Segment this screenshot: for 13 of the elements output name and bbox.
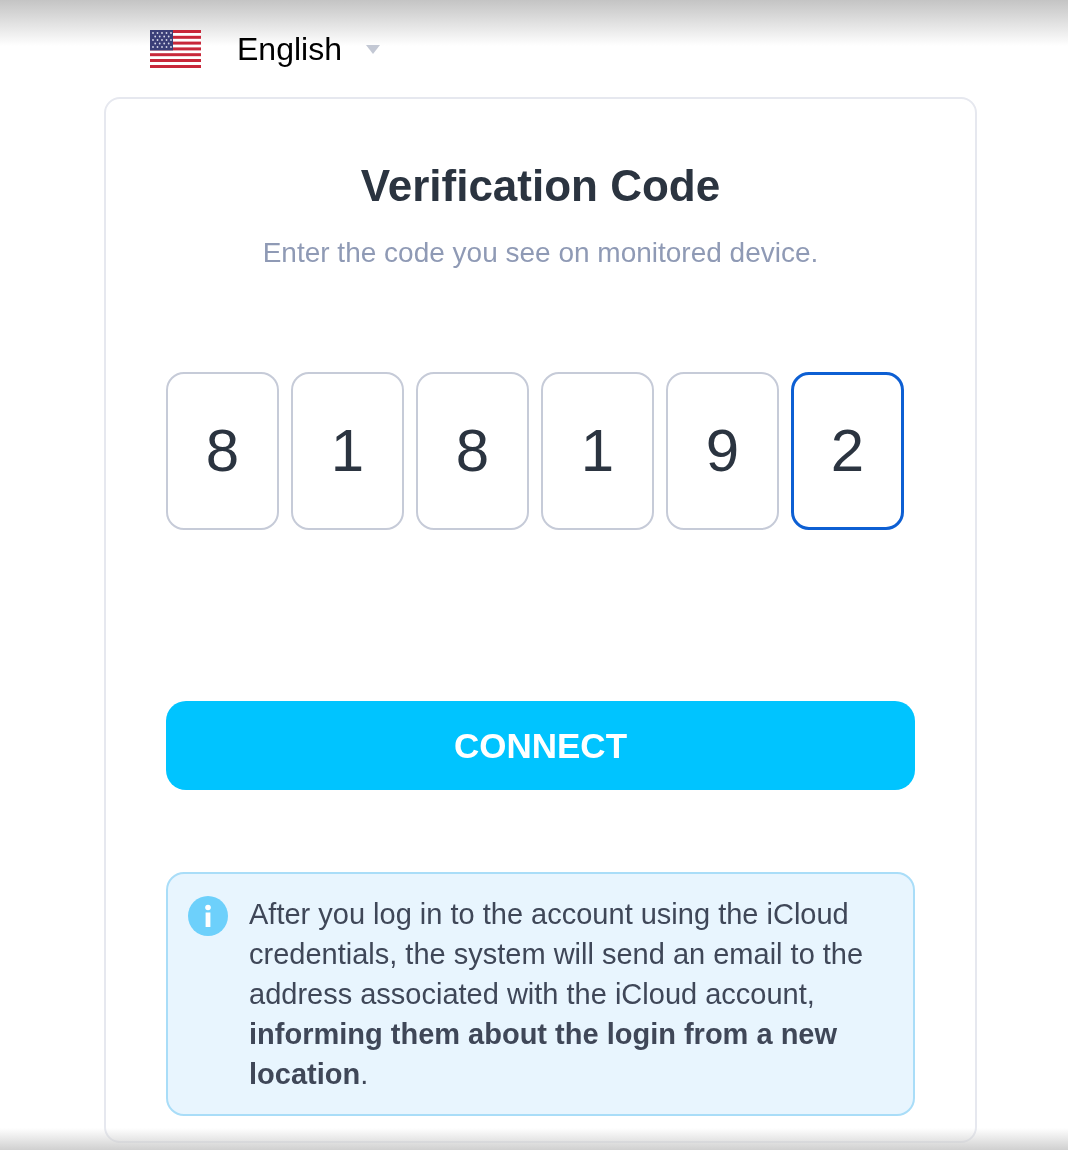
us-flag-icon — [150, 30, 201, 68]
code-digit-field[interactable]: 8 — [166, 372, 279, 530]
code-digit-field[interactable]: 1 — [291, 372, 404, 530]
code-digit-field[interactable]: 8 — [416, 372, 529, 530]
info-icon — [188, 896, 228, 936]
code-digit-field[interactable]: 9 — [666, 372, 779, 530]
card-subtitle: Enter the code you see on monitored device. — [261, 236, 820, 270]
language-dropdown[interactable]: English — [237, 30, 380, 68]
info-note-text: After you log in to the account using the iCloud credentials, the system will send an email to the address associated with the iCloud account, informing them about the login from a new location. — [249, 897, 865, 1092]
code-digit-field[interactable]: 2 — [791, 372, 904, 530]
card-title: Verification Code — [359, 160, 722, 212]
code-digit-field[interactable]: 1 — [541, 372, 654, 530]
caret-down-icon — [365, 44, 380, 54]
